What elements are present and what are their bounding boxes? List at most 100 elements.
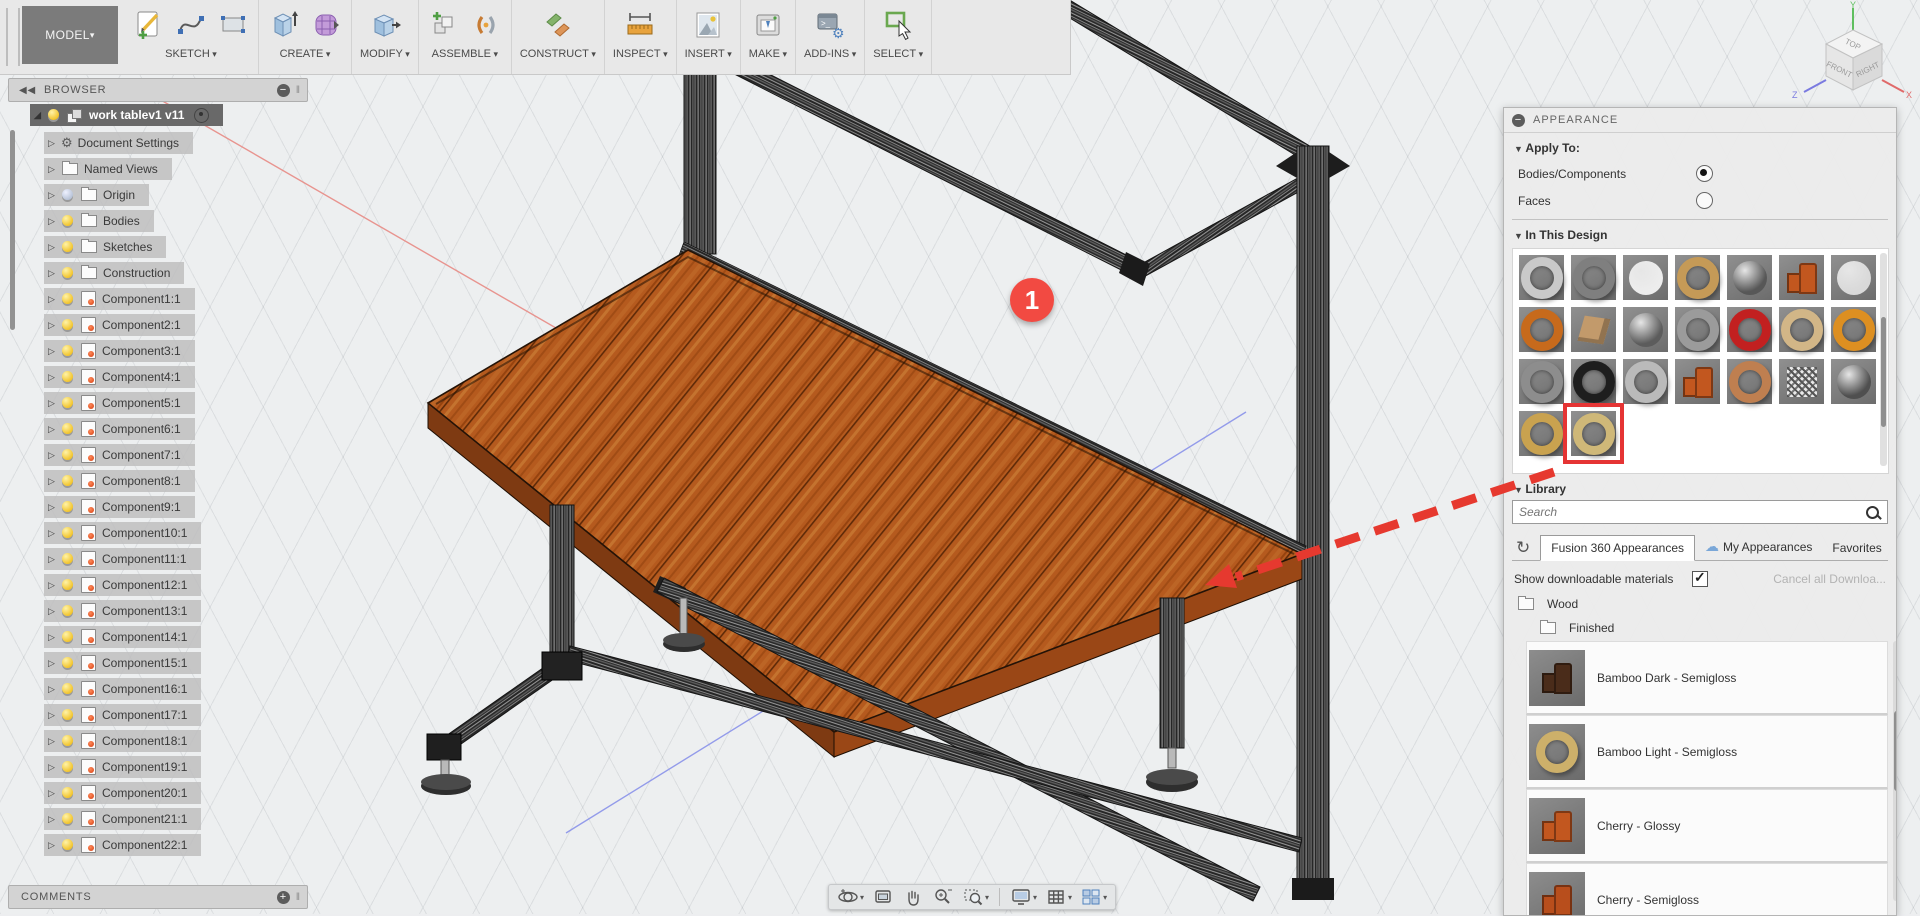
expand-icon[interactable]: ▷: [48, 450, 60, 461]
display-settings-icon[interactable]: ▾: [1008, 887, 1039, 907]
browser-item-component9-1[interactable]: ▷Component9:1: [44, 496, 195, 518]
appearance-header[interactable]: − APPEARANCE: [1504, 108, 1896, 133]
design-swatch-6[interactable]: [1779, 255, 1824, 300]
cancel-downloads-link[interactable]: Cancel all Downloa...: [1708, 572, 1886, 586]
expand-icon[interactable]: ▷: [48, 138, 60, 149]
gantry-right-post[interactable]: [1297, 146, 1329, 898]
pan-icon[interactable]: [900, 887, 926, 907]
toolbar-menu-inspect[interactable]: INSPECT: [613, 48, 668, 60]
visibility-bulb-icon[interactable]: [62, 631, 73, 642]
expand-icon[interactable]: ▷: [48, 840, 60, 851]
library-folder-wood[interactable]: Wood: [1516, 597, 1896, 611]
visibility-bulb-icon[interactable]: [62, 761, 73, 772]
expand-icon[interactable]: ▷: [48, 216, 60, 227]
library-folder-finished[interactable]: Finished: [1538, 621, 1896, 635]
expand-icon[interactable]: ▷: [48, 372, 60, 383]
design-swatch-22[interactable]: [1519, 411, 1564, 456]
expand-icon[interactable]: ▷: [48, 242, 60, 253]
visibility-bulb-icon[interactable]: [62, 683, 73, 694]
orbit-icon[interactable]: ▾: [835, 887, 866, 907]
design-swatch-15[interactable]: [1519, 359, 1564, 404]
design-swatch-1[interactable]: [1519, 255, 1564, 300]
expand-icon[interactable]: ▷: [48, 658, 60, 669]
visibility-bulb-icon[interactable]: [62, 839, 73, 850]
expand-icon[interactable]: ▷: [48, 346, 60, 357]
insert-image-icon[interactable]: [691, 8, 725, 42]
expand-icon[interactable]: ▷: [48, 554, 60, 565]
expand-icon[interactable]: ▷: [48, 190, 60, 201]
toolbar-menu-select[interactable]: SELECT: [873, 48, 923, 60]
collapse-dialog-icon[interactable]: −: [1512, 114, 1525, 127]
library-section-header[interactable]: Library: [1514, 482, 1886, 496]
design-swatch-13[interactable]: [1779, 307, 1824, 352]
design-swatch-14[interactable]: [1831, 307, 1876, 352]
browser-item-component22-1[interactable]: ▷Component22:1: [44, 834, 201, 856]
browser-header[interactable]: ◀◀ BROWSER − ‖: [8, 78, 308, 102]
panel-drag-handle[interactable]: ‖: [296, 85, 301, 96]
expand-icon[interactable]: ▷: [48, 268, 60, 279]
create-sketch-icon[interactable]: [132, 8, 166, 42]
search-icon[interactable]: [1866, 506, 1879, 519]
visibility-bulb-icon[interactable]: [62, 267, 73, 278]
browser-item-construction[interactable]: ▷Construction: [44, 262, 184, 284]
joint-icon[interactable]: [469, 8, 503, 42]
expand-icon[interactable]: ▷: [48, 320, 60, 331]
visibility-bulb-icon[interactable]: [62, 657, 73, 668]
search-input[interactable]: [1513, 505, 1866, 519]
visibility-bulb-icon[interactable]: [62, 189, 73, 200]
visibility-bulb-icon[interactable]: [62, 553, 73, 564]
faces-radio[interactable]: [1696, 192, 1713, 209]
expand-icon[interactable]: ▷: [48, 476, 60, 487]
apply-to-section-header[interactable]: Apply To:: [1514, 141, 1886, 155]
browser-scrollbar[interactable]: [10, 130, 15, 330]
expand-icon[interactable]: ▷: [48, 710, 60, 721]
browser-item-component5-1[interactable]: ▷Component5:1: [44, 392, 195, 414]
toolbar-menu-insert[interactable]: INSERT: [685, 48, 732, 60]
browser-item-component11-1[interactable]: ▷Component11:1: [44, 548, 201, 570]
design-swatch-19[interactable]: [1727, 359, 1772, 404]
material-row-cherry-semigloss[interactable]: Cherry - Semigloss: [1526, 863, 1888, 916]
browser-item-component4-1[interactable]: ▷Component4:1: [44, 366, 195, 388]
gantry-right-rail[interactable]: [1134, 168, 1322, 279]
browser-item-component12-1[interactable]: ▷Component12:1: [44, 574, 201, 596]
toolbar-menu-assemble[interactable]: ASSEMBLE: [432, 48, 498, 60]
design-swatch-20[interactable]: [1779, 359, 1824, 404]
table-leg-front-right[interactable]: [1160, 598, 1184, 748]
new-component-icon[interactable]: [427, 8, 461, 42]
browser-item-component16-1[interactable]: ▷Component16:1: [44, 678, 201, 700]
browser-root-item[interactable]: ◢work tablev1 v11: [30, 104, 223, 126]
form-icon[interactable]: [309, 8, 343, 42]
table-leg-rear-left[interactable]: [550, 505, 574, 665]
material-row-bamboo-dark-semigloss[interactable]: Bamboo Dark - Semigloss: [1526, 641, 1888, 715]
design-swatch-12[interactable]: [1727, 307, 1772, 352]
expand-icon[interactable]: ▷: [48, 424, 60, 435]
visibility-bulb-icon[interactable]: [62, 579, 73, 590]
tab-fusion-appearances[interactable]: Fusion 360 Appearances: [1540, 535, 1695, 561]
workspace-selector[interactable]: MODEL: [22, 6, 118, 64]
visibility-bulb-icon[interactable]: [62, 501, 73, 512]
browser-item-component18-1[interactable]: ▷Component18:1: [44, 730, 201, 752]
expand-icon[interactable]: ▷: [48, 762, 60, 773]
browser-item-component1-1[interactable]: ▷Component1:1: [44, 288, 195, 310]
zoom-icon[interactable]: [930, 887, 956, 907]
design-swatch-10[interactable]: [1623, 307, 1668, 352]
expand-icon[interactable]: ▷: [48, 528, 60, 539]
chevron-down-icon[interactable]: ▾: [1068, 893, 1072, 902]
browser-item-component8-1[interactable]: ▷Component8:1: [44, 470, 195, 492]
expand-icon[interactable]: ▷: [48, 398, 60, 409]
toolbar-menu-add-ins[interactable]: ADD-INS: [804, 48, 856, 60]
chevron-down-icon[interactable]: ▾: [1033, 893, 1037, 902]
design-swatch-11[interactable]: [1675, 307, 1720, 352]
visibility-bulb-icon[interactable]: [62, 319, 73, 330]
look-at-icon[interactable]: [870, 887, 896, 907]
browser-item-component7-1[interactable]: ▷Component7:1: [44, 444, 195, 466]
browser-item-component21-1[interactable]: ▷Component21:1: [44, 808, 201, 830]
visibility-bulb-icon[interactable]: [62, 215, 73, 226]
design-swatch-21[interactable]: [1831, 359, 1876, 404]
sketch-rectangle-icon[interactable]: [216, 8, 250, 42]
visibility-bulb-icon[interactable]: [62, 371, 73, 382]
visibility-bulb-icon[interactable]: [62, 527, 73, 538]
browser-item-component13-1[interactable]: ▷Component13:1: [44, 600, 201, 622]
browser-item-component20-1[interactable]: ▷Component20:1: [44, 782, 201, 804]
visibility-bulb-icon[interactable]: [62, 605, 73, 616]
